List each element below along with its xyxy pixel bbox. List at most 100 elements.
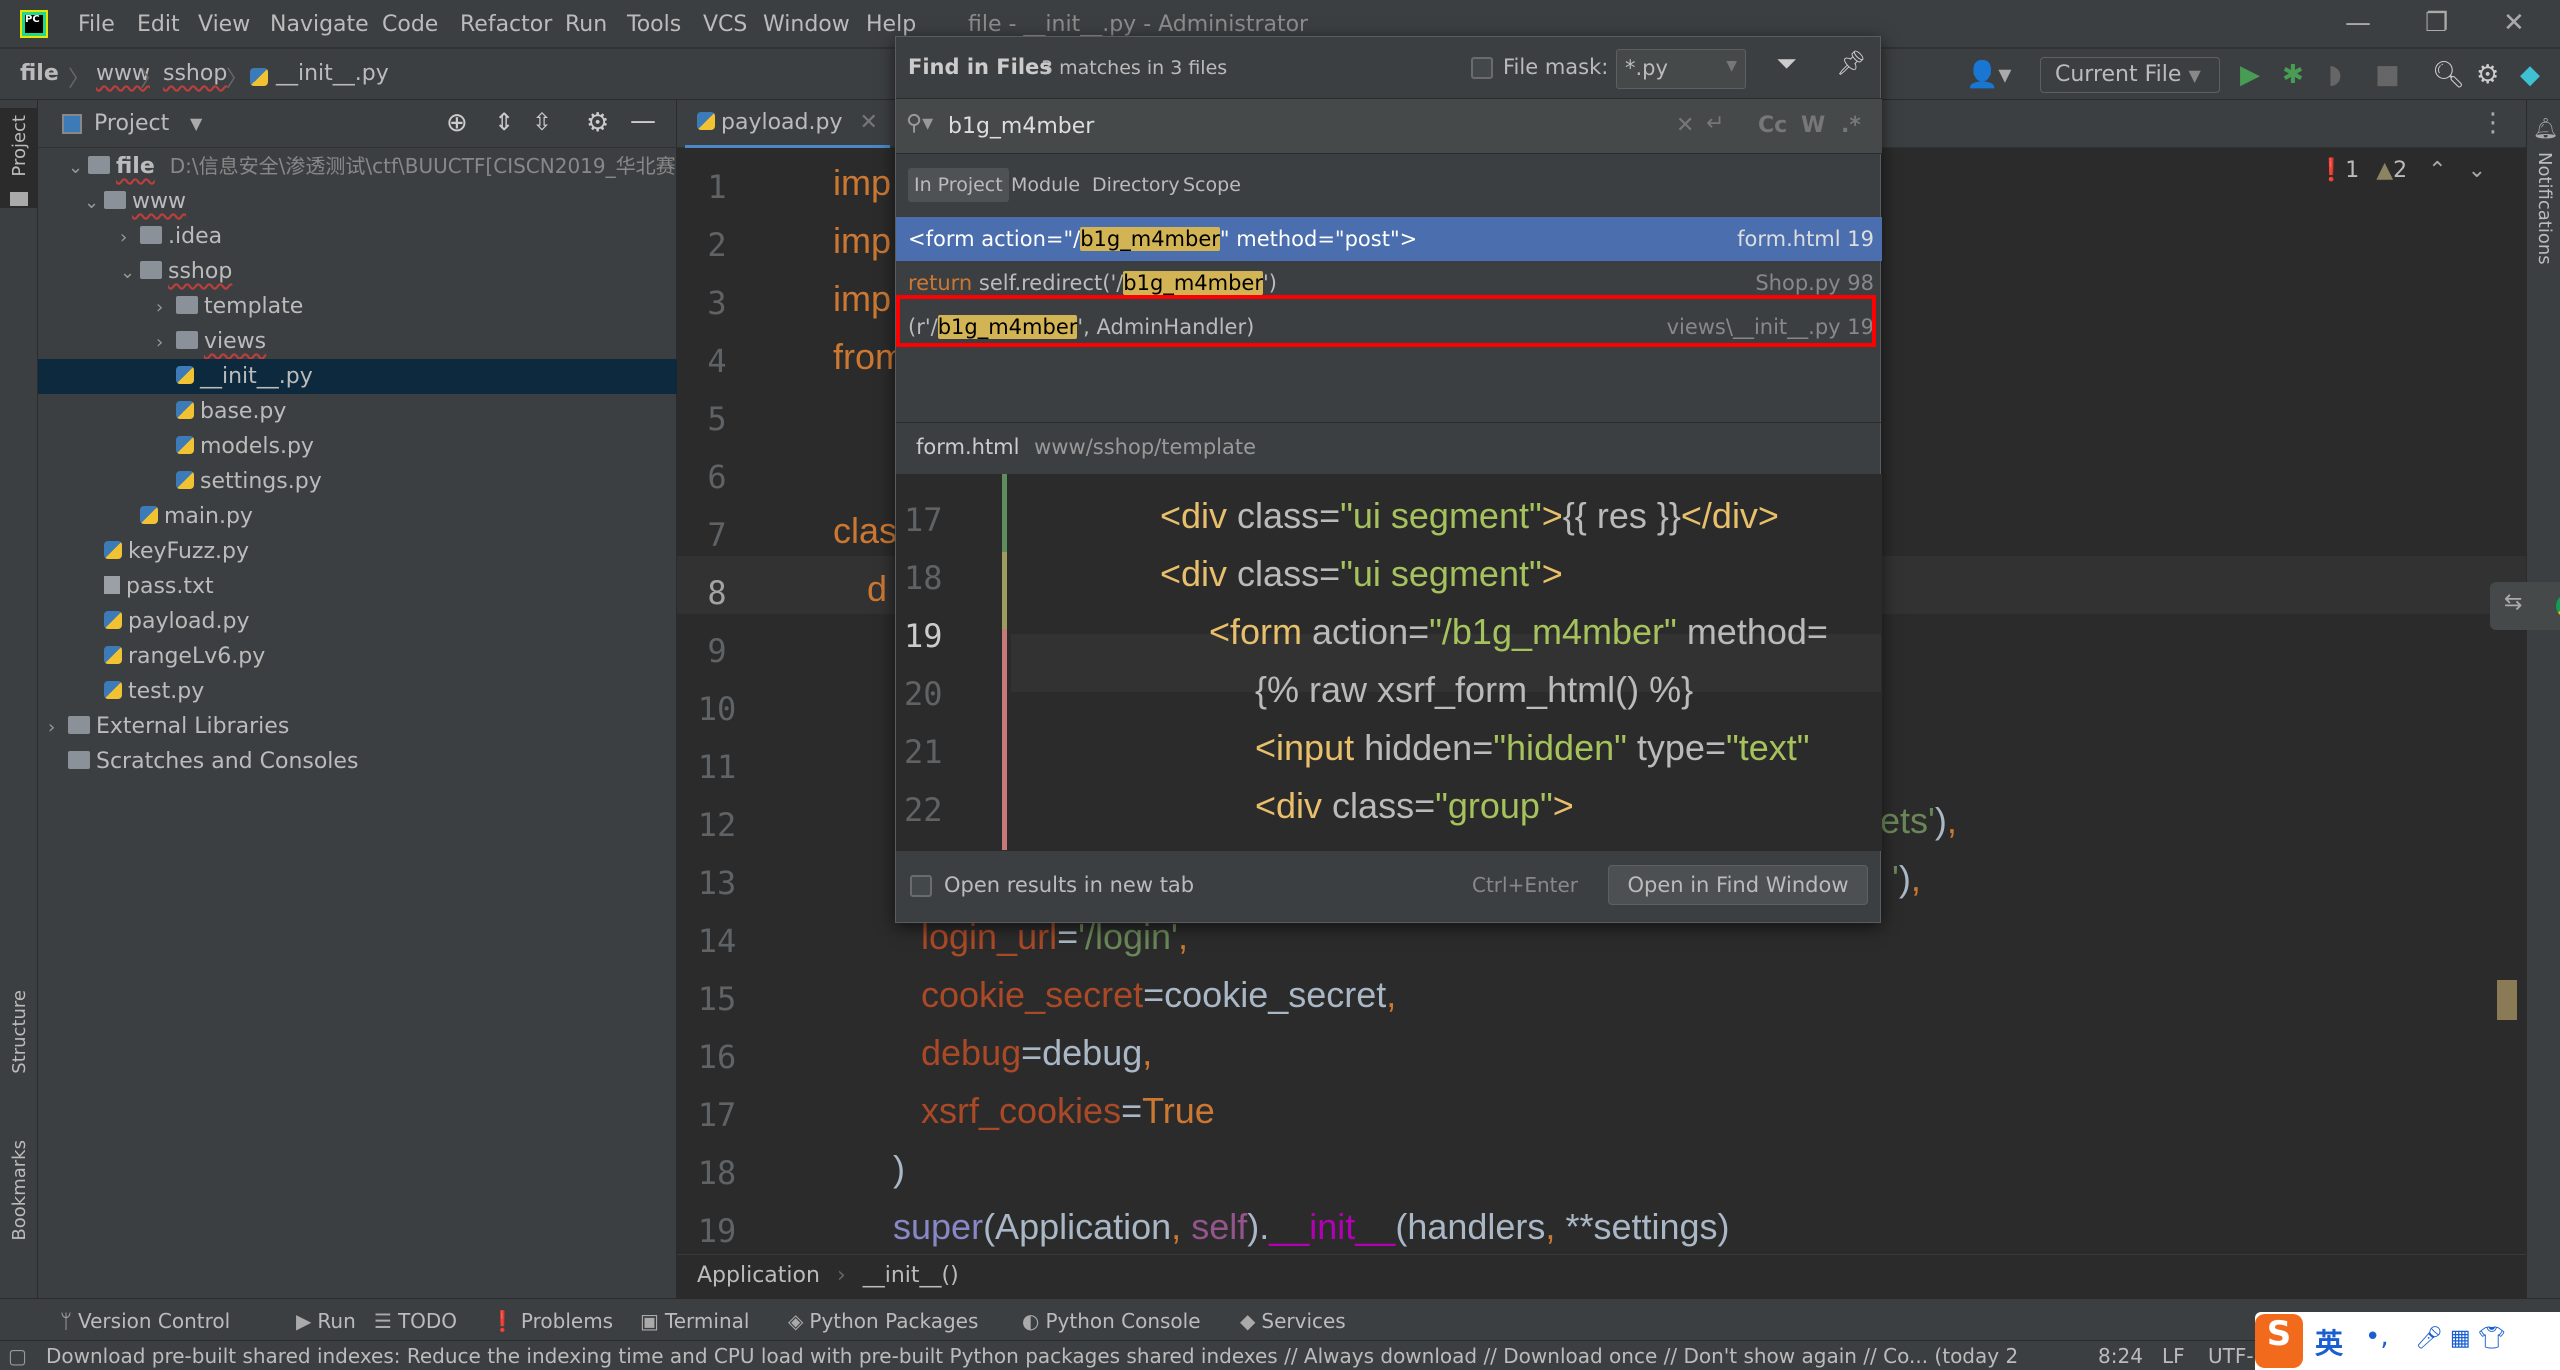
- tree-row[interactable]: › External Libraries: [38, 709, 677, 744]
- tree-row[interactable]: settings.py: [38, 464, 677, 499]
- chrome-icon[interactable]: [2556, 594, 2560, 618]
- restore-button[interactable]: ❐: [2425, 8, 2448, 38]
- menu-window[interactable]: Window: [763, 12, 850, 37]
- open-in-find-window-button[interactable]: Open in Find Window: [1608, 865, 1868, 905]
- next-highlight-icon[interactable]: ⌄: [2468, 158, 2486, 183]
- notifications-tool-button[interactable]: Notifications: [2534, 152, 2555, 265]
- tree-row[interactable]: › .idea: [38, 219, 677, 254]
- previous-highlight-icon[interactable]: ⌃: [2428, 158, 2446, 183]
- breadcrumb-file[interactable]: file: [20, 61, 59, 86]
- tree-row[interactable]: › views: [38, 324, 677, 359]
- file-mask-input[interactable]: *.py ▼: [1616, 49, 1746, 89]
- tool-window-problems[interactable]: ❗ Problems: [490, 1309, 613, 1333]
- chevron-right-icon[interactable]: ›: [120, 220, 140, 255]
- line-separator[interactable]: LF: [2162, 1344, 2185, 1368]
- chevron-right-icon[interactable]: ›: [48, 710, 68, 745]
- breadcrumb-init-py[interactable]: __init__.py: [276, 61, 389, 86]
- tree-row[interactable]: test.py: [38, 674, 677, 709]
- file-mask-checkbox[interactable]: [1471, 57, 1493, 79]
- run-icon[interactable]: ▶: [2240, 60, 2260, 90]
- breadcrumb-class[interactable]: Application: [697, 1263, 820, 1288]
- match-case-toggle[interactable]: Cc: [1758, 113, 1787, 138]
- breadcrumb-sshop[interactable]: sshop: [163, 61, 227, 86]
- gear-icon[interactable]: ⚙: [586, 108, 609, 138]
- preview-editor[interactable]: 17 <div class="ui segment">{{ res }}</div…: [896, 474, 1882, 850]
- status-message[interactable]: Download pre-built shared indexes: Reduc…: [46, 1344, 2046, 1368]
- code-line[interactable]: '),: [1892, 858, 1921, 900]
- more-options-icon[interactable]: ⋮: [2480, 108, 2506, 138]
- menu-code[interactable]: Code: [382, 12, 438, 37]
- menu-run[interactable]: Run: [565, 12, 607, 37]
- tool-window-version-control[interactable]: ᛘ Version Control: [60, 1309, 230, 1333]
- tree-row[interactable]: pass.txt: [38, 569, 677, 604]
- breadcrumb-method[interactable]: __init__(): [863, 1263, 959, 1288]
- menu-navigate[interactable]: Navigate: [270, 12, 369, 37]
- search-input[interactable]: [948, 107, 1508, 145]
- account-icon[interactable]: 👤▾: [1966, 60, 2011, 90]
- expand-all-icon[interactable]: ⇕: [494, 108, 514, 136]
- chevron-down-icon[interactable]: ▼: [1726, 58, 1737, 74]
- tree-row[interactable]: keyFuzz.py: [38, 534, 677, 569]
- punctuation-icon[interactable]: •,: [2365, 1322, 2389, 1352]
- chevron-right-icon[interactable]: ›: [156, 290, 176, 325]
- code-line[interactable]: imp: [833, 278, 891, 320]
- debug-icon[interactable]: ✱: [2282, 60, 2304, 90]
- tool-window-terminal[interactable]: ▣ Terminal: [640, 1309, 749, 1333]
- menu-tools[interactable]: Tools: [627, 12, 681, 37]
- tool-window-python-console[interactable]: ◐ Python Console: [1022, 1309, 1201, 1333]
- code-line[interactable]: super(Application, self).__init__(handle…: [893, 1206, 1730, 1248]
- code-line[interactable]: debug=debug,: [921, 1032, 1152, 1074]
- chevron-right-icon[interactable]: ›: [156, 325, 176, 360]
- menu-refactor[interactable]: Refactor: [460, 12, 552, 37]
- hide-panel-icon[interactable]: —: [630, 106, 656, 136]
- code-line[interactable]: ): [893, 1148, 905, 1190]
- menu-file[interactable]: File: [78, 12, 115, 37]
- code-line[interactable]: imp: [833, 220, 891, 262]
- new-line-icon[interactable]: ↵: [1706, 111, 1724, 136]
- gear-icon[interactable]: ⚙: [2476, 60, 2499, 90]
- project-view-title[interactable]: Project: [94, 111, 169, 136]
- inspections-widget[interactable]: ❗1 ▲2 ⌃ ⌄: [2318, 158, 2486, 183]
- tool-window-services[interactable]: ◆ Services: [1240, 1309, 1346, 1333]
- pin-icon[interactable]: 📌︎: [1836, 49, 1866, 77]
- scope-in-project[interactable]: In Project: [908, 168, 1009, 202]
- tree-row[interactable]: __init__.py: [38, 359, 677, 394]
- words-toggle[interactable]: W: [1801, 113, 1825, 138]
- tool-window-run[interactable]: ▶ Run: [296, 1309, 356, 1333]
- search-icon[interactable]: 🔍︎: [2432, 60, 2465, 90]
- menu-help[interactable]: Help: [866, 12, 916, 37]
- open-new-tab-checkbox[interactable]: [910, 875, 932, 897]
- code-line[interactable]: d: [867, 568, 887, 610]
- run-configuration-select[interactable]: Current File ▼: [2040, 57, 2220, 93]
- tree-row[interactable]: base.py: [38, 394, 677, 429]
- soft-wrap-icon[interactable]: ⇆: [2504, 590, 2522, 615]
- code-with-me-icon[interactable]: ◆: [2520, 60, 2540, 90]
- bookmarks-tool-button[interactable]: Bookmarks: [9, 1140, 30, 1241]
- tree-row-root[interactable]: ⌄ file D:\信息安全\渗透测试\ctf\BUUCTF[CISCN2019_…: [38, 149, 677, 184]
- project-tool-button[interactable]: Project: [9, 115, 30, 177]
- filter-icon[interactable]: ⏷: [1776, 49, 1797, 80]
- tree-row[interactable]: models.py: [38, 429, 677, 464]
- tool-window-python-packages[interactable]: ◈ Python Packages: [788, 1309, 978, 1333]
- close-tab-icon[interactable]: ✕: [859, 110, 877, 135]
- menu-view[interactable]: View: [198, 12, 250, 37]
- collapse-all-icon[interactable]: ⇳: [532, 108, 552, 136]
- bell-icon[interactable]: 🔔︎: [2533, 116, 2558, 140]
- tree-row[interactable]: payload.py: [38, 604, 677, 639]
- scope-module[interactable]: Module: [1005, 168, 1086, 202]
- tree-row[interactable]: ⌄ sshop: [38, 254, 677, 289]
- code-line[interactable]: xsrf_cookies=True: [921, 1090, 1215, 1132]
- code-line[interactable]: cookie_secret=cookie_secret,: [921, 974, 1396, 1016]
- locate-file-icon[interactable]: ⊕: [446, 108, 468, 138]
- tree-row[interactable]: rangeLv6.py: [38, 639, 677, 674]
- menu-edit[interactable]: Edit: [137, 12, 180, 37]
- coverage-icon[interactable]: ◗: [2328, 60, 2342, 90]
- code-line[interactable]: imp: [833, 162, 891, 204]
- code-line[interactable]: clas: [833, 510, 897, 552]
- scope-scope[interactable]: Scope: [1177, 168, 1247, 202]
- ime-tools-icon[interactable]: 🎤︎ ▦ 👕︎: [2415, 1326, 2506, 1351]
- chevron-down-icon[interactable]: ▼: [190, 114, 202, 133]
- structure-tool-button[interactable]: Structure: [9, 990, 30, 1074]
- scope-directory[interactable]: Directory: [1086, 168, 1186, 202]
- tree-row[interactable]: › template: [38, 289, 677, 324]
